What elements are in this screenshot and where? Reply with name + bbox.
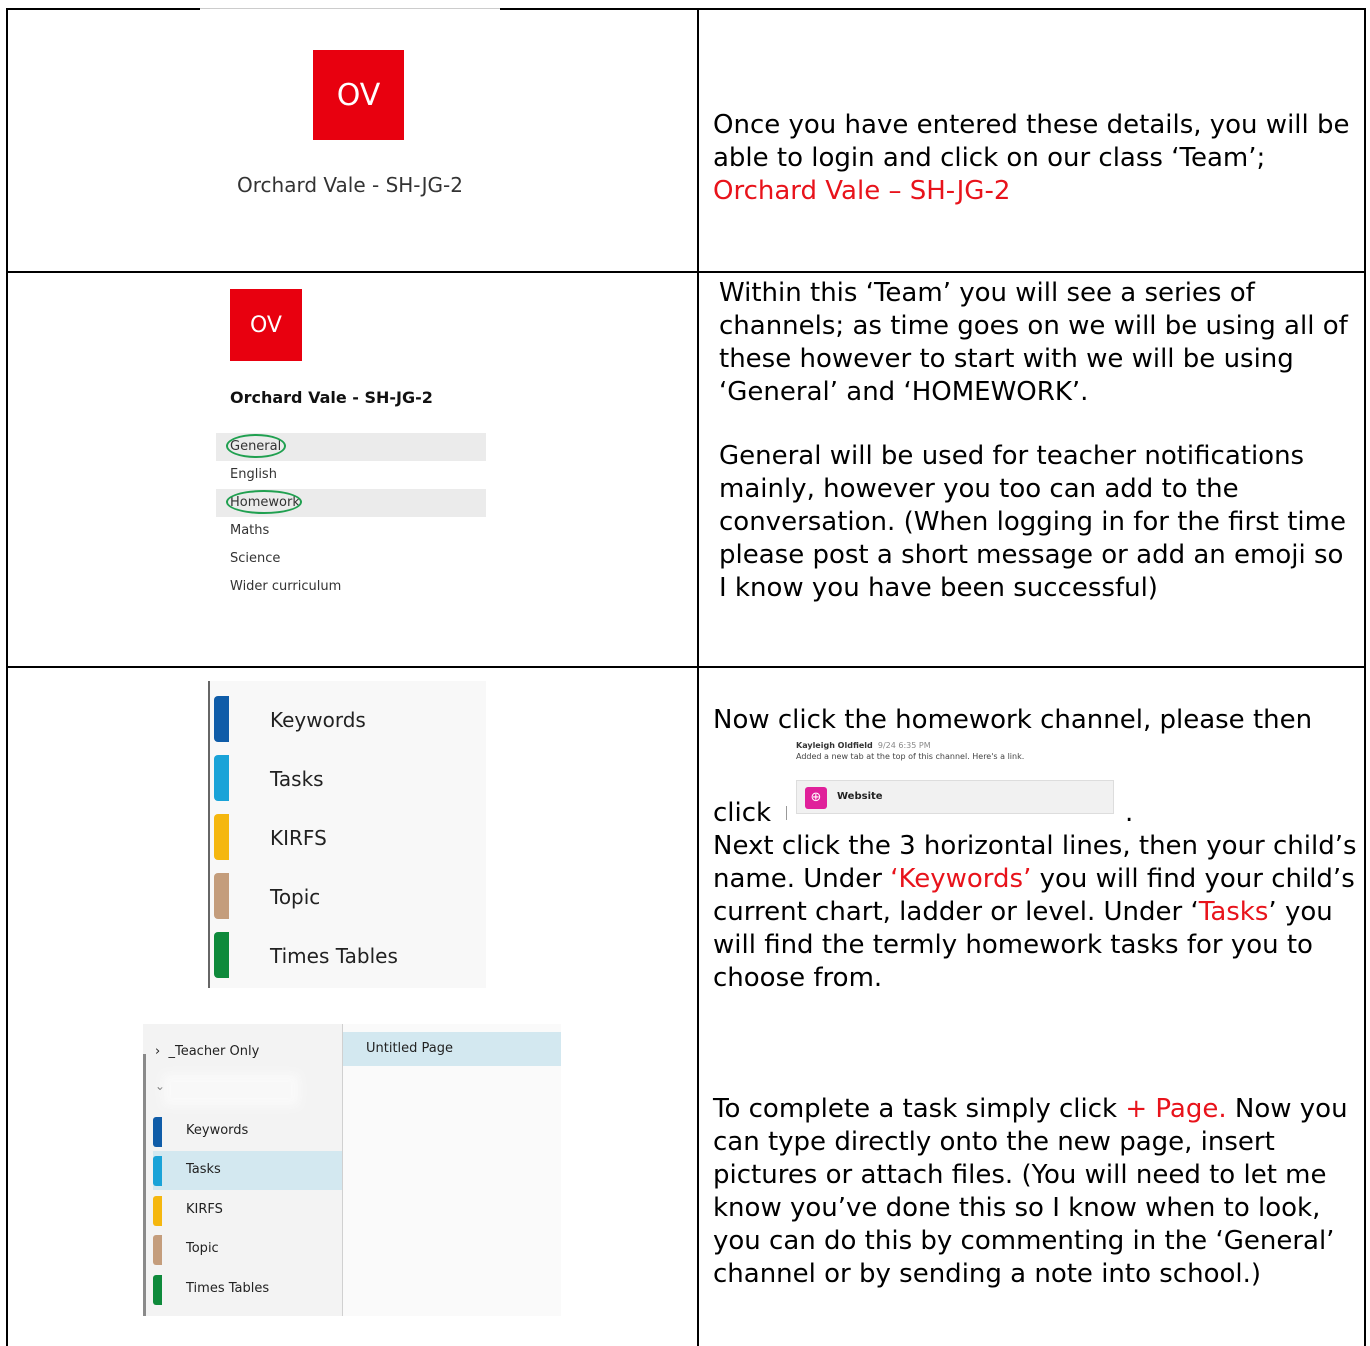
channel-english[interactable]: English [216, 461, 486, 489]
row3-click-word: click [713, 798, 772, 828]
section-tabs-screenshot: Keywords Tasks KIRFS Topic Times Tables [208, 681, 486, 988]
row1-text: Once you have entered these details, you… [713, 110, 1350, 173]
channel-science[interactable]: Science [216, 545, 486, 573]
notebook-pages-pane: Untitled Page [343, 1024, 561, 1316]
add-page-highlight: + Page. [1125, 1094, 1227, 1124]
notebook-section-tasks[interactable]: Tasks [153, 1151, 342, 1190]
section-tab-topic[interactable]: Topic [214, 865, 486, 924]
channel-label: Science [230, 551, 281, 566]
section-label: Topic [186, 1241, 219, 1256]
tab-color-marker [214, 932, 229, 978]
team-title: Orchard Vale - SH-JG-2 [230, 388, 433, 407]
team-avatar[interactable]: OV [313, 50, 404, 140]
channel-label: Maths [230, 523, 270, 538]
section-color-marker [153, 1196, 162, 1226]
divider [200, 8, 500, 9]
chevron-right-icon: › [155, 1044, 161, 1059]
website-card-label: Website [837, 791, 883, 802]
keywords-highlight: ‘Keywords’ [890, 864, 1032, 894]
tab-label: Tasks [270, 767, 324, 791]
row3-paragraph-3: To complete a task simply click + Page. … [713, 1093, 1358, 1291]
row2-paragraph-2: General will be used for teacher notific… [719, 441, 1346, 603]
section-color-marker [153, 1156, 162, 1186]
team-tile-screenshot: OV Orchard Vale - SH-JG-2 [200, 8, 500, 248]
tab-label: Keywords [270, 708, 366, 732]
table-row-divider-1 [6, 271, 1366, 273]
post-time: 9/24 6:35 PM [877, 741, 931, 750]
post-meta: Kayleigh Oldfield 9/24 6:35 PM [796, 741, 931, 750]
section-tab-times-tables[interactable]: Times Tables [214, 924, 486, 983]
channel-label: Wider curriculum [230, 579, 342, 594]
tab-label: Times Tables [270, 944, 398, 968]
notebook-sections-pane: › _Teacher Only ⌄ Keywords Tasks KIRFS T… [143, 1024, 343, 1316]
divider [143, 1054, 146, 1316]
chevron-down-icon[interactable]: ⌄ [155, 1079, 165, 1093]
redacted-name [171, 1082, 291, 1098]
notebook-section-keywords[interactable]: Keywords [153, 1112, 342, 1151]
section-tab-keywords[interactable]: Keywords [214, 688, 486, 747]
table-column-divider [697, 8, 699, 1346]
row2-paragraph-1: Within this ‘Team’ you will see a series… [719, 278, 1348, 407]
teams-post-snippet: Kayleigh Oldfield 9/24 6:35 PM Added a n… [786, 736, 1126, 820]
team-tile-name[interactable]: Orchard Vale - SH-JG-2 [200, 173, 500, 197]
section-color-marker [153, 1235, 162, 1265]
channel-label: English [230, 467, 277, 482]
section-group-teacher-only[interactable]: › _Teacher Only [155, 1044, 259, 1059]
notebook-screenshot: › _Teacher Only ⌄ Keywords Tasks KIRFS T… [143, 1024, 561, 1316]
post-message: Added a new tab at the top of this chann… [796, 752, 1025, 761]
table-border-left [6, 8, 8, 1346]
channel-homework[interactable]: Homework [216, 489, 486, 517]
section-label: Tasks [186, 1162, 221, 1177]
section-label: KIRFS [186, 1202, 223, 1217]
row3-line1: Now click the homework channel, please t… [713, 705, 1313, 735]
highlight-circle [226, 434, 286, 458]
section-label: Keywords [186, 1123, 249, 1138]
tab-label: KIRFS [270, 826, 327, 850]
row3-period: . [1125, 798, 1134, 828]
section-group-label: _Teacher Only [168, 1044, 260, 1059]
notebook-section-times-tables[interactable]: Times Tables [153, 1270, 342, 1309]
divider [786, 806, 787, 820]
text: To complete a task simply click [713, 1094, 1126, 1124]
notebook-section-topic[interactable]: Topic [153, 1230, 342, 1269]
divider [208, 681, 210, 988]
page-item-untitled[interactable]: Untitled Page [343, 1032, 561, 1066]
globe-icon: ⊕ [805, 787, 827, 809]
tab-color-marker [214, 696, 229, 742]
table-border-right [1364, 8, 1366, 1346]
team-avatar-initials: OV [250, 312, 282, 338]
section-color-marker [153, 1275, 162, 1305]
team-avatar[interactable]: OV [230, 289, 302, 361]
highlight-circle [226, 490, 302, 514]
channel-general[interactable]: General [216, 433, 486, 461]
tab-color-marker [214, 755, 229, 801]
tab-color-marker [214, 873, 229, 919]
row3-paragraph-2: Next click the 3 horizontal lines, then … [713, 830, 1358, 995]
notebook-section-kirfs[interactable]: KIRFS [153, 1191, 342, 1230]
post-author: Kayleigh Oldfield [796, 741, 873, 750]
team-avatar-initials: OV [336, 77, 381, 113]
website-tab-card[interactable]: ⊕ Website [796, 780, 1114, 814]
table-row-divider-2 [6, 666, 1366, 668]
section-color-marker [153, 1117, 162, 1147]
section-tab-tasks[interactable]: Tasks [214, 747, 486, 806]
team-name-highlight: Orchard Vale – SH-JG-2 [713, 176, 1011, 206]
row1-instructions: Once you have entered these details, you… [713, 109, 1358, 208]
tasks-highlight: Tasks [1198, 897, 1269, 927]
channel-wider-curriculum[interactable]: Wider curriculum [216, 573, 486, 601]
tab-label: Topic [270, 885, 321, 909]
team-channels-screenshot: OV Orchard Vale - SH-JG-2 General Englis… [216, 274, 486, 614]
section-tab-kirfs[interactable]: KIRFS [214, 806, 486, 865]
channel-maths[interactable]: Maths [216, 517, 486, 545]
section-label: Times Tables [186, 1281, 270, 1296]
tab-color-marker [214, 814, 229, 860]
